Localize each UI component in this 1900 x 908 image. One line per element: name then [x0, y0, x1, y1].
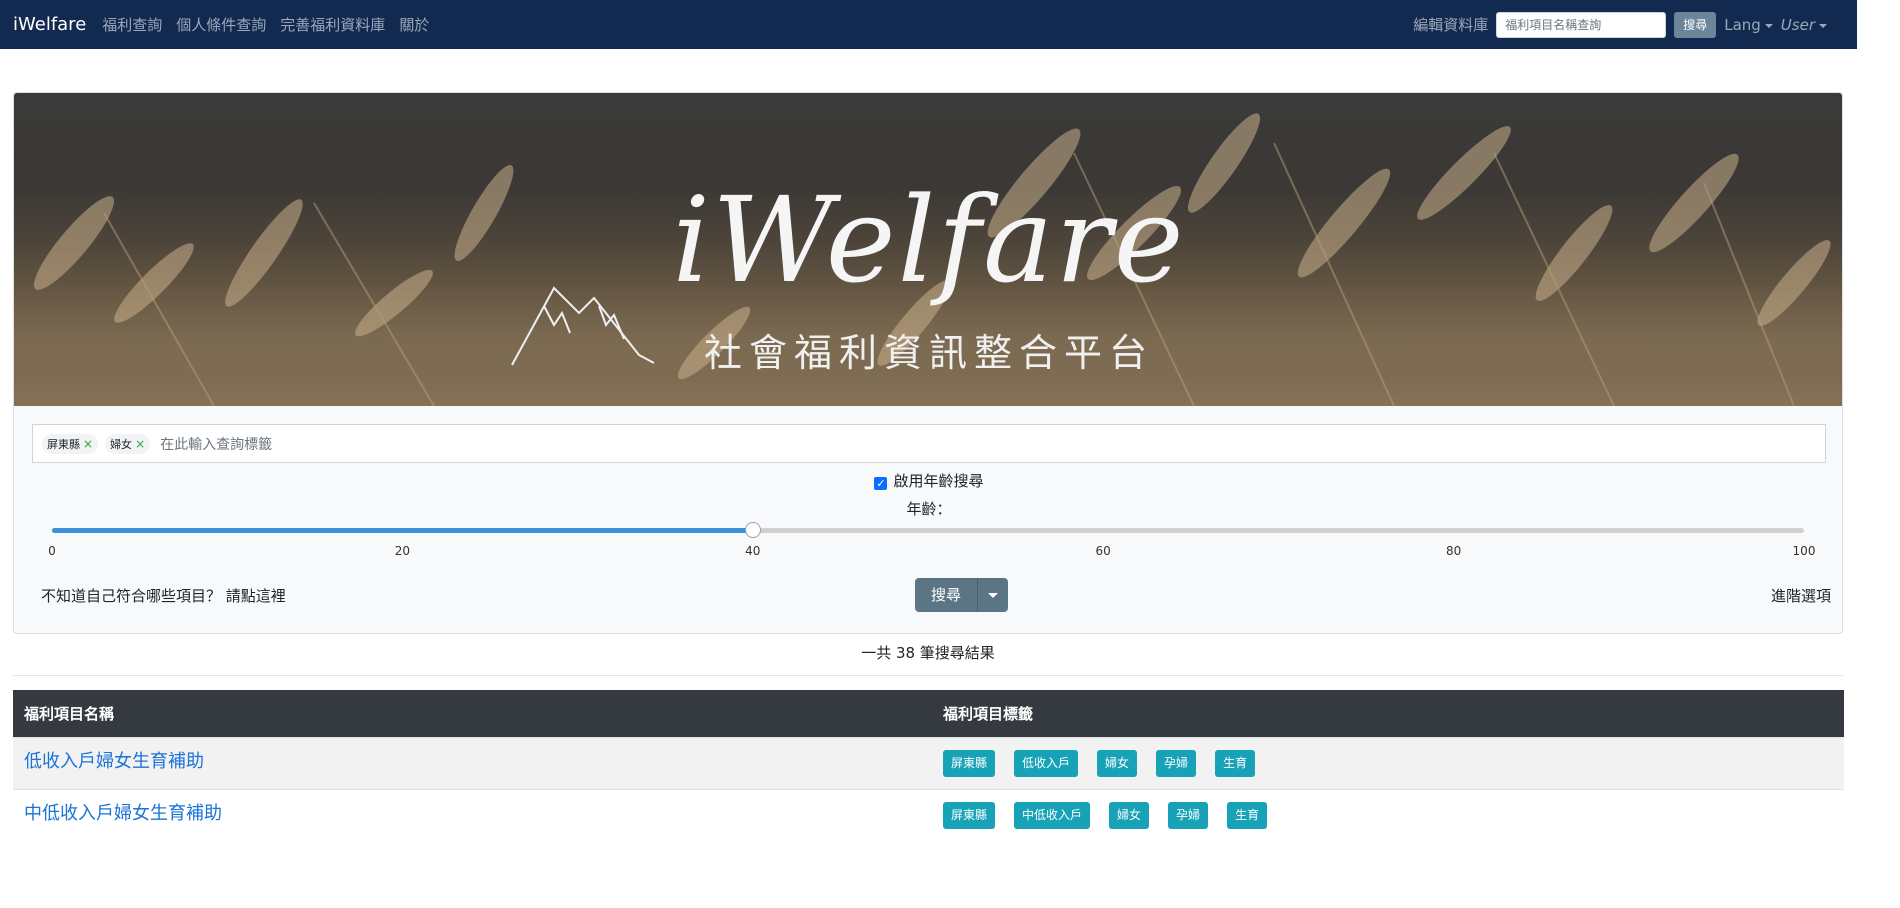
tag-badge[interactable]: 婦女: [1097, 750, 1138, 777]
age-search-checkbox[interactable]: ✓: [874, 477, 888, 490]
welfare-tags: 屏東縣 中低收入戶 婦女 孕婦 生育: [943, 802, 1286, 829]
tag-chip: 婦女 ×: [105, 433, 151, 454]
slider-tick-label: 40: [745, 544, 761, 558]
age-slider-handle[interactable]: [744, 522, 761, 538]
age-search-label[interactable]: 啟用年齡搜尋: [893, 472, 983, 490]
welfare-tags: 屏東縣 低收入戶 婦女 孕婦 生育: [943, 750, 1274, 777]
brand-logo[interactable]: iWelfare: [13, 14, 86, 35]
banner-subtitle: 社會福利資訊整合平台: [703, 331, 1154, 375]
welfare-item-link[interactable]: 中低收入戶婦女生育補助: [24, 799, 222, 825]
search-actions-row: 不知道自己符合哪些項目？ 請點這裡 搜尋 進階選項: [41, 578, 1831, 612]
tag-chip: 屏東縣 ×: [42, 433, 99, 454]
tag-badge[interactable]: 生育: [1227, 802, 1268, 829]
column-header-name: 福利項目名稱: [24, 705, 115, 723]
tag-badge[interactable]: 低收入戶: [1014, 750, 1079, 777]
result-count: 一共 38 筆搜尋結果: [861, 644, 995, 662]
tag-badge[interactable]: 生育: [1215, 750, 1256, 777]
advanced-options-link[interactable]: 進階選項: [1771, 585, 1831, 606]
nav-link-personal-query[interactable]: 個人條件查詢: [176, 14, 266, 35]
tag-chip-label: 屏東縣: [47, 437, 80, 451]
nav-link-welfare-query[interactable]: 福利查詢: [102, 14, 162, 35]
slider-tick-label: 80: [1445, 544, 1462, 558]
tag-badge[interactable]: 孕婦: [1156, 750, 1197, 777]
slider-tick-label: 0: [48, 544, 56, 558]
close-icon[interactable]: ×: [135, 437, 145, 451]
column-header-tags: 福利項目標籤: [943, 705, 1034, 723]
banner-title: iWelfare: [672, 171, 1186, 309]
chevron-down-icon: [1764, 23, 1773, 28]
eligibility-hint-link[interactable]: 不知道自己符合哪些項目？ 請點這裡: [41, 585, 286, 606]
age-search-toggle: ✓ 啟用年齡搜尋: [14, 470, 1842, 491]
age-slider-ticks: 0 20 40 60 80 100: [48, 544, 1815, 564]
age-label: 年齡：: [906, 500, 952, 518]
age-slider-fill: [52, 528, 753, 533]
lang-dropdown[interactable]: Lang: [1724, 16, 1773, 34]
chevron-down-icon: [1819, 23, 1827, 28]
user-dropdown[interactable]: User: [1781, 16, 1827, 34]
welfare-item-link[interactable]: 低收入戶婦女生育補助: [24, 747, 204, 773]
divider: [13, 675, 1843, 676]
nav-link-edit-database[interactable]: 編輯資料庫: [1413, 14, 1488, 35]
search-dropdown-toggle[interactable]: [977, 578, 1009, 612]
close-icon[interactable]: ×: [83, 437, 93, 451]
top-navbar: iWelfare 福利查詢 個人條件查詢 完善福利資料庫 關於 編輯資料庫 搜尋…: [0, 0, 1857, 49]
caret-down-icon: [988, 592, 999, 598]
nav-link-improve-database[interactable]: 完善福利資料庫: [280, 14, 385, 35]
tag-badge[interactable]: 中低收入戶: [1014, 802, 1091, 829]
nav-link-about[interactable]: 關於: [399, 14, 429, 35]
tag-search-input[interactable]: 屏東縣 × 婦女 × 在此輸入查詢標籤: [32, 424, 1826, 463]
search-card: iWelfare 社會福利資訊整合平台 屏東縣 × 婦女 × 在此輸入查詢標籤 ✓ 啟…: [13, 92, 1843, 634]
slider-tick-label: 60: [1095, 544, 1111, 558]
tag-badge[interactable]: 屏東縣: [943, 802, 996, 829]
slider-tick-label: 100: [1792, 544, 1816, 558]
results-table: 福利項目名稱 福利項目標籤 低收入戶婦女生育補助 屏東縣 低收入戶 婦女 孕婦 …: [13, 690, 1844, 841]
tag-input-placeholder[interactable]: 在此輸入查詢標籤: [160, 434, 272, 454]
tag-badge[interactable]: 孕婦: [1168, 802, 1209, 829]
navbar-search-button[interactable]: 搜尋: [1674, 11, 1717, 38]
hero-banner: iWelfare 社會福利資訊整合平台: [14, 93, 1842, 406]
age-slider[interactable]: [52, 522, 1804, 538]
tag-badge[interactable]: 婦女: [1109, 802, 1150, 829]
slider-tick-label: 20: [394, 544, 411, 558]
user-label: User: [1780, 15, 1815, 34]
lang-label: Lang: [1724, 15, 1761, 34]
search-button-group: 搜尋: [915, 578, 1009, 612]
tag-chip-label: 婦女: [110, 437, 133, 451]
navbar-right: 編輯資料庫 搜尋 Lang User: [1413, 11, 1857, 38]
table-row: 低收入戶婦女生育補助 屏東縣 低收入戶 婦女 孕婦 生育: [13, 737, 1844, 789]
table-row: 中低收入戶婦女生育補助 屏東縣 中低收入戶 婦女 孕婦 生育: [13, 789, 1844, 841]
welfare-name-search-input[interactable]: [1496, 11, 1667, 38]
table-header: 福利項目名稱 福利項目標籤: [13, 690, 1844, 737]
tag-badge[interactable]: 屏東縣: [943, 750, 996, 777]
search-button[interactable]: 搜尋: [915, 578, 978, 612]
